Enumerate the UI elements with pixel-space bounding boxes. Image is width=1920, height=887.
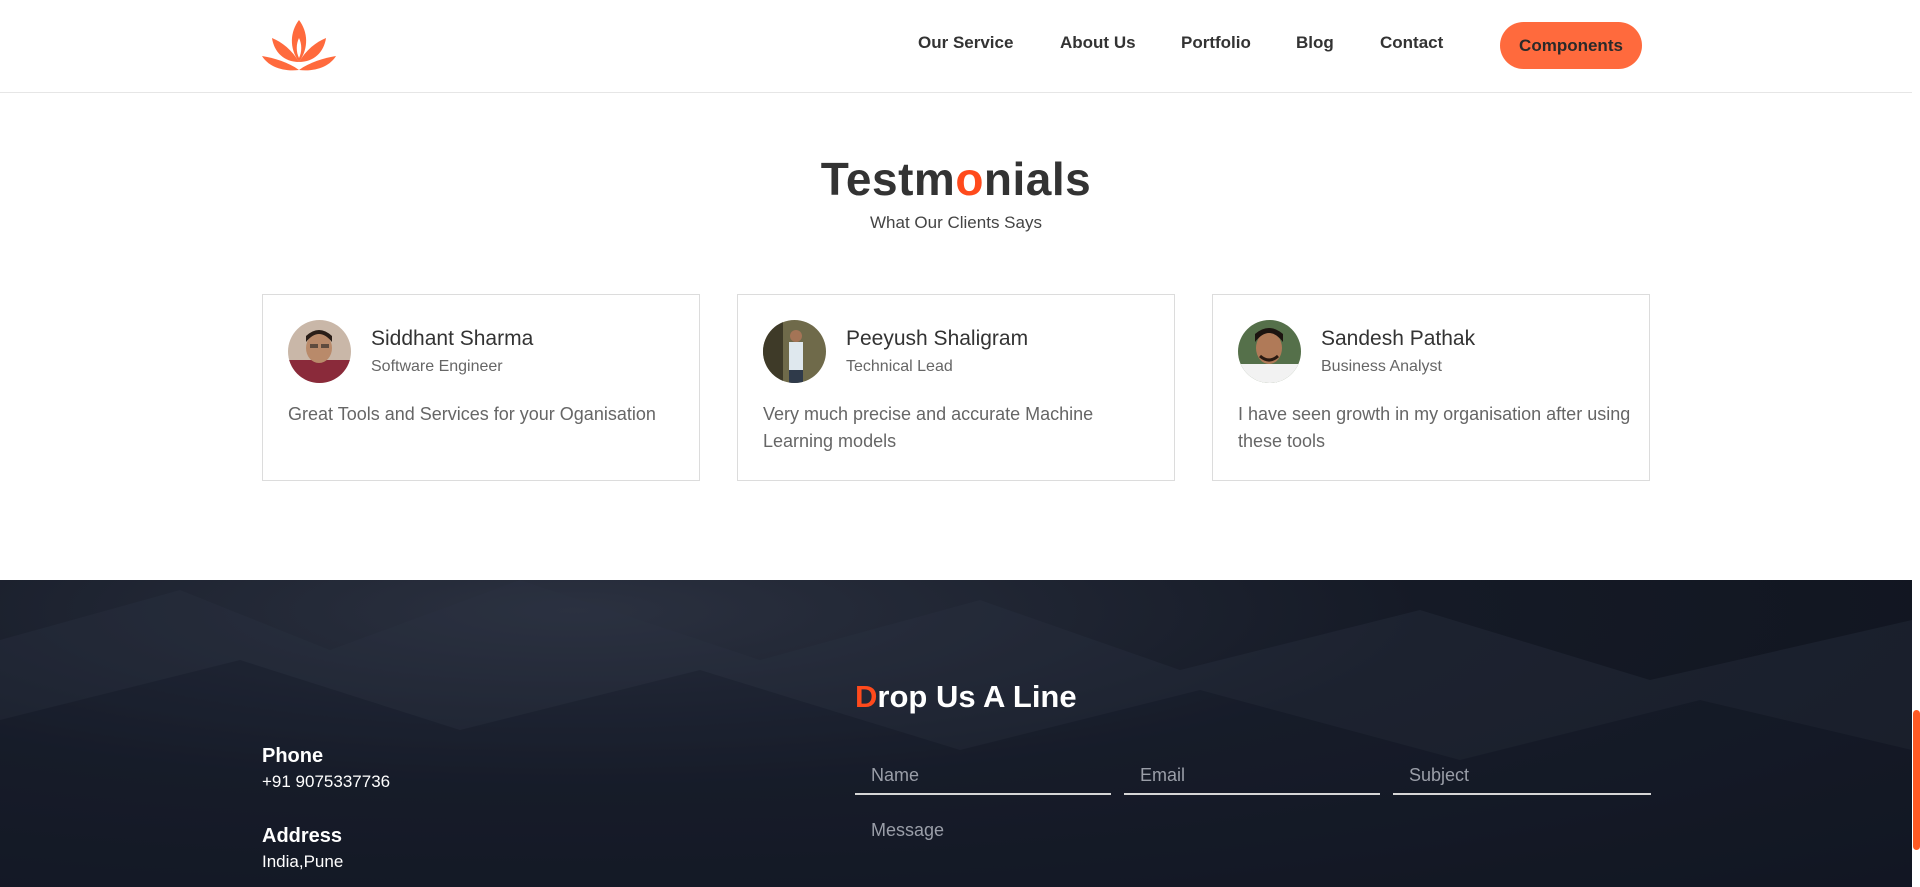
nav-about-us[interactable]: About Us bbox=[1060, 33, 1136, 53]
components-button[interactable]: Components bbox=[1500, 22, 1642, 69]
testimonial-name: Peeyush Shaligram bbox=[846, 327, 1029, 350]
message-input[interactable] bbox=[855, 820, 1651, 887]
nav-portfolio[interactable]: Portfolio bbox=[1181, 33, 1251, 53]
nav-our-service[interactable]: Our Service bbox=[918, 33, 1013, 53]
testimonials-title: Testmonials bbox=[820, 153, 1092, 205]
lotus-logo-icon[interactable] bbox=[262, 18, 336, 74]
avatar bbox=[1238, 320, 1301, 383]
testimonial-text: Very much precise and accurate Machine L… bbox=[763, 404, 1094, 451]
nav-blog[interactable]: Blog bbox=[1296, 33, 1334, 53]
site-header: Our Service About Us Portfolio Blog Cont… bbox=[0, 0, 1920, 93]
address-label: Address bbox=[262, 825, 343, 847]
name-input[interactable] bbox=[855, 757, 1111, 795]
testimonials-subtitle: What Our Clients Says bbox=[870, 213, 1042, 232]
subject-input[interactable] bbox=[1393, 757, 1651, 795]
testimonial-role: Business Analyst bbox=[1321, 358, 1442, 375]
avatar bbox=[288, 320, 351, 383]
testimonial-name: Sandesh Pathak bbox=[1321, 327, 1476, 350]
scrollbar-thumb[interactable] bbox=[1913, 710, 1920, 850]
phone-label: Phone bbox=[262, 745, 324, 767]
email-input[interactable] bbox=[1124, 757, 1380, 795]
testimonial-card: Peeyush Shaligram Technical Lead Very mu… bbox=[737, 294, 1175, 481]
nav-contact[interactable]: Contact bbox=[1380, 33, 1443, 53]
address-value: India,Pune bbox=[262, 852, 344, 871]
contact-section: Drop Us A Line Phone +91 9075337736 Addr… bbox=[0, 580, 1912, 887]
avatar bbox=[763, 320, 826, 383]
testimonial-text: I have seen growth in my organisation af… bbox=[1238, 404, 1631, 451]
phone-value: +91 9075337736 bbox=[262, 772, 391, 791]
testimonial-card: Siddhant Sharma Software Engineer Great … bbox=[262, 294, 700, 481]
testimonial-role: Software Engineer bbox=[371, 358, 503, 375]
testimonial-text: Great Tools and Services for your Oganis… bbox=[288, 404, 656, 424]
testimonial-role: Technical Lead bbox=[846, 358, 953, 375]
testimonial-name: Siddhant Sharma bbox=[371, 327, 534, 350]
form-title: Drop Us A Line bbox=[855, 679, 1077, 714]
testimonial-card: Sandesh Pathak Business Analyst I have s… bbox=[1212, 294, 1650, 481]
